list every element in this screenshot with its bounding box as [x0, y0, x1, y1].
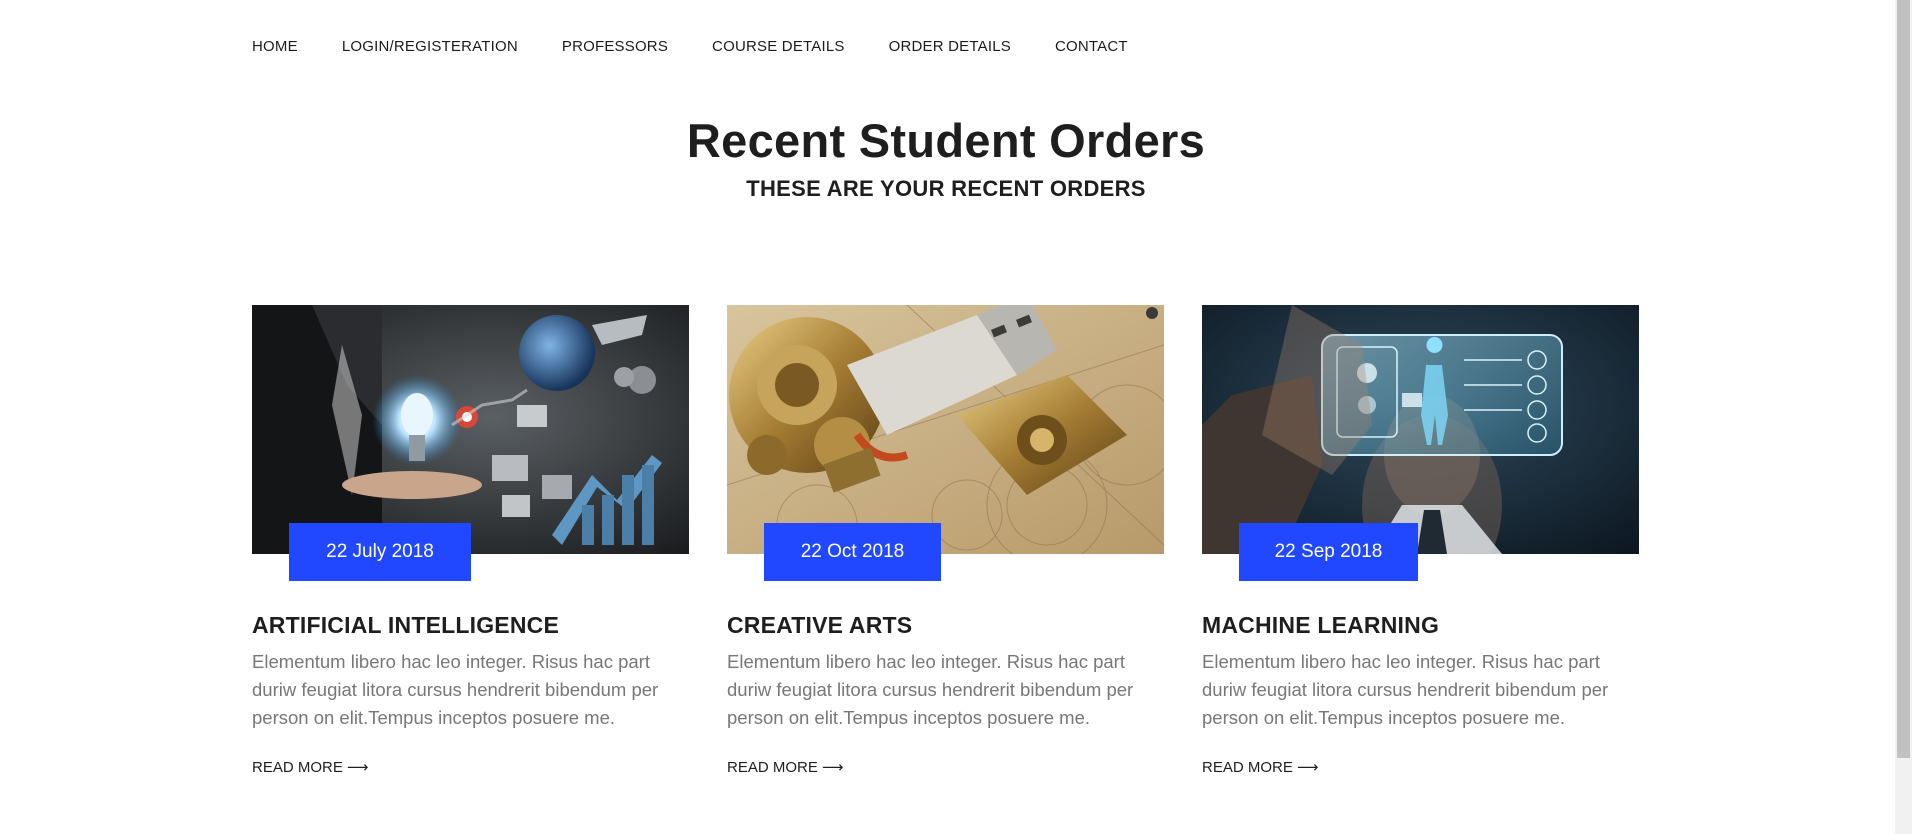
card-title[interactable]: MACHINE LEARNING [1202, 612, 1439, 639]
card-description: Elementum libero hac leo integer. Risus … [1202, 651, 1609, 728]
nav-login-registration[interactable]: LOGIN/REGISTERATION [342, 36, 518, 57]
scrollbar-thumb[interactable] [1897, 0, 1910, 758]
read-more-link[interactable]: READ MORE ⟶ [727, 758, 843, 776]
order-card [727, 305, 1164, 554]
nav-home[interactable]: HOME [252, 36, 298, 57]
card-title[interactable]: CREATIVE ARTS [727, 612, 912, 639]
page-subtitle: THESE ARE YOUR RECENT ORDERS [746, 176, 1146, 201]
arrow-right-icon: ⟶ [1296, 759, 1319, 776]
card-description: Elementum libero hac leo integer. Risus … [727, 651, 1134, 728]
nav-contact[interactable]: CONTACT [1055, 36, 1128, 57]
section-heading: Recent Student Orders THESE ARE YOUR REC… [0, 112, 1892, 202]
card-image-ai[interactable] [252, 305, 689, 554]
arrow-right-icon: ⟶ [821, 759, 844, 776]
read-more-label: READ MORE [252, 759, 343, 776]
card-image-machine-learning[interactable] [1202, 305, 1639, 554]
nav-professors[interactable]: PROFESSORS [562, 36, 668, 57]
nav-course-details[interactable]: COURSE DETAILS [712, 36, 845, 57]
card-description: Elementum libero hac leo integer. Risus … [252, 651, 659, 728]
card-image-creative-arts[interactable] [727, 305, 1164, 554]
order-date-badge: 22 Oct 2018 [764, 523, 941, 581]
scrollbar[interactable] [1895, 0, 1912, 834]
order-card [1202, 305, 1639, 554]
main-nav: HOME LOGIN/REGISTERATION PROFESSORS COUR… [252, 36, 1128, 57]
read-more-link[interactable]: READ MORE ⟶ [252, 758, 368, 776]
order-card [252, 305, 689, 554]
nav-order-details[interactable]: ORDER DETAILS [889, 36, 1011, 57]
order-date-badge: 22 July 2018 [289, 523, 471, 581]
arrow-right-icon: ⟶ [346, 759, 369, 776]
read-more-label: READ MORE [727, 759, 818, 776]
read-more-label: READ MORE [1202, 759, 1293, 776]
card-title[interactable]: ARTIFICIAL INTELLIGENCE [252, 612, 559, 639]
read-more-link[interactable]: READ MORE ⟶ [1202, 758, 1318, 776]
page-title: Recent Student Orders [686, 114, 1206, 167]
order-date-badge: 22 Sep 2018 [1239, 523, 1418, 581]
page: HOME LOGIN/REGISTERATION PROFESSORS COUR… [0, 0, 1912, 834]
